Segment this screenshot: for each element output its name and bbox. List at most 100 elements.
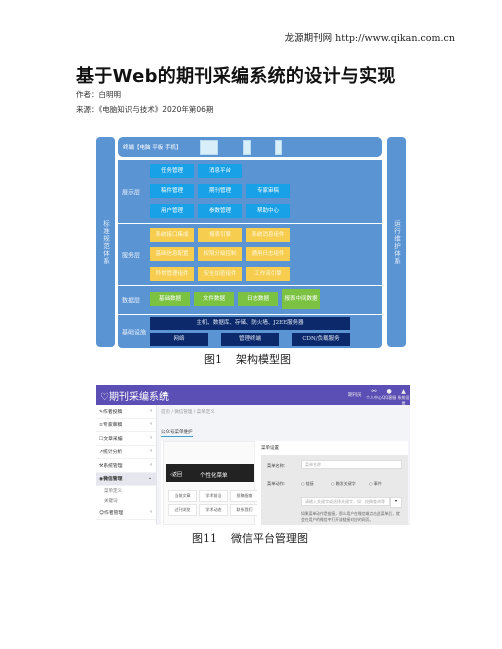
menu-action-label: 菜单动作: [267,481,286,486]
sidebar-item-expert-review[interactable]: ≡专家审稿 ‹ [96,419,156,432]
profile-button[interactable]: ⚯ 个人中心 [366,388,382,401]
presentation-box: 稿件管理 [150,184,194,198]
phone-menu-item[interactable]: 投稿指南 [230,490,259,502]
figure2-caption-text: 微信平台管理图 [231,532,308,545]
menu-action-hint: 如果菜单动作是链接，那么用户在微信端点击此菜单后，就会在用户的微信中打开该链接对… [301,511,400,522]
sidebar-item-author-submission[interactable]: ✎作者投稿 ‹ [96,405,156,419]
app-title: ♡期刊采编系统 [100,388,169,403]
radio-keyword-label: 触发关键字 [335,481,356,486]
infrastructure-box: CDN/负载服务 [292,333,350,346]
phone-menu-item[interactable]: 学术前沿 [199,490,228,502]
sidebar-item-label: 系统管理 [103,463,123,469]
menu-name-input[interactable]: 菜单名称 [301,460,402,469]
radio-keyword[interactable]: ○ 触发关键字 [331,481,356,487]
chevron-down-icon: ⌄ [147,476,152,482]
back-button[interactable]: ‹返回 [170,471,182,478]
radio-link-label: 链接 [305,481,314,486]
radio-event[interactable]: ○ 事件 [369,481,382,487]
data-layer-label: 数据层 [122,297,141,305]
infrastructure-box: 管理终端 [221,333,279,346]
sidebar-item-label: 作者投稿 [103,409,123,415]
share-icon: ⚯ [371,388,377,395]
menu-toggle-icon[interactable]: ≡ [162,390,168,398]
keyword-dropdown-button[interactable]: ▾ [390,497,402,508]
chevron-left-icon: ‹ [150,449,152,455]
sidebar-item-label: 文章采编 [103,436,123,442]
data-layer: 数据层 基础数据 文件数据 日志数据 报表中间数据 [118,285,382,314]
sidebar-item-statistics[interactable]: ↗统计分析 ‹ [96,446,156,459]
menu-name-label: 菜单名称: [267,463,286,468]
qq-support-label: QQ客服 [382,395,397,400]
service-box: 通用日志组件 [246,247,290,261]
tab-menu-maintenance[interactable]: 公众号菜单维护 [161,429,193,437]
infrastructure-box: 主机、数据库、存储、防火墙、J2EE服务器 [150,317,350,330]
chevron-left-icon: ‹ [150,509,152,515]
breadcrumb[interactable]: 首页 / 微信管理 / 菜单定义 [161,409,215,415]
sidebar-item-article-editing[interactable]: ☐文章采编 ‹ [96,432,156,446]
menu-editor-panel: ‹返回 个性化菜单 当前文章 学术前沿 投稿指南 过刊浏览 学术动态 联系我们 … [161,441,408,525]
menu-settings: 菜单设置 菜单名称: 菜单名称 菜单动作: ○ 链接 ○ 触发关键字 ○ 事件 … [257,441,408,525]
standards-column: 标准规范体系 [96,137,115,347]
infrastructure-layer-label: 基础设施 [122,329,147,336]
phone-title: 个性化菜单 [200,473,228,479]
infrastructure-layer: 基础设施 主机、数据库、存储、防火墙、J2EE服务器 网络 管理终端 CDN/负… [118,314,382,348]
presentation-box: 期刊管理 [198,184,242,198]
radio-link[interactable]: ○ 链接 [301,481,314,487]
figure1-caption: 图1 架构模型图 [204,351,291,367]
figure1-caption-number: 图1 [204,353,222,366]
app-title-text: 期刊采编系统 [108,392,169,403]
sidebar-subitem-keywords[interactable]: 关键词 [96,496,156,506]
gem-icon: ♡ [100,392,109,403]
back-label: 返回 [172,472,183,478]
sidebar-item-label: 作者管理 [104,510,124,516]
sidebar-subitem-menu-definition[interactable]: 菜单定义 [96,486,156,496]
service-box: 系统消息组件 [246,228,290,242]
operations-column: 运行维护体系 [387,137,406,347]
sidebar: ✎作者投稿 ‹ ≡专家审稿 ‹ ☐文章采编 ‹ ↗统计分析 ‹ ⚒系统管理 ‹ ◉微信管理… [96,405,157,525]
menu-settings-form: 菜单名称: 菜单名称 菜单动作: ○ 链接 ○ 触发关键字 ○ 事件 请输入关键… [261,455,408,525]
phone-header: ‹返回 个性化菜单 [166,464,254,482]
architecture-core: 终端【电脑 平板 手机】 展示层 任务管理 消息平台 稿件管理 期刊管理 专家审… [118,137,382,348]
phone-menu-item[interactable]: 联系我们 [230,504,259,516]
chevron-left-icon: ‹ [150,408,152,414]
data-box: 报表中间数据 [282,289,320,309]
phone-menu-item[interactable]: 当前文章 [168,490,197,502]
service-box: 工作流引擎 [246,267,290,281]
figure2-caption: 图11 微信平台管理图 [192,530,308,546]
keyword-input[interactable]: 请输入关键字或选择关键字，如：校稿查询等 [301,497,390,506]
home-icon: ▲ [401,388,406,395]
profile-label: 个人中心 [366,395,382,400]
source-header: 龙源期刊网 http://www.qikan.com.cn [284,33,455,44]
service-box: 基础信息配置 [150,247,194,261]
tablet-icon [243,140,251,155]
phone-menu-item[interactable]: 学术动态 [199,504,228,516]
service-layer-label: 服务层 [122,252,141,259]
figure2-caption-number: 图11 [192,532,217,545]
chevron-left-icon: ‹ [150,422,152,428]
app-topbar: ♡期刊采编系统 ≡ 期刊员 ⚯ 个人中心 ● QQ客服 ▲ 系统设置 [96,385,410,406]
terminal-label: 终端【电脑 平板 手机】 [123,145,182,151]
presentation-layer-label: 展示层 [122,189,141,196]
data-box: 日志数据 [238,292,278,306]
phone-icon [275,140,282,155]
sidebar-item-label: 微信管理 [103,477,123,483]
infrastructure-box: 网络 [150,333,208,346]
service-layer: 服务层 系统接口集成 报表引擎 系统消息组件 基础信息配置 权限分级控制 通用日… [118,223,382,285]
qq-support-button[interactable]: ● QQ客服 [382,388,396,401]
presentation-layer: 展示层 任务管理 消息平台 稿件管理 期刊管理 专家审稿 用户管理 参数管理 帮… [118,159,382,223]
current-user[interactable]: 期刊员 [348,392,362,398]
service-box: 报表引擎 [198,228,242,242]
presentation-box: 参数管理 [198,204,242,218]
sidebar-item-author-management[interactable]: ☺作者管理 ‹ [96,506,156,520]
data-box: 文件数据 [194,292,234,306]
sidebar-item-wechat-management[interactable]: ◉微信管理 ⌄ [96,472,156,486]
menu-settings-title: 菜单设置 [261,446,279,451]
document-title: 基于Web的期刊采编系统的设计与实现 [76,66,396,87]
presentation-box: 专家审稿 [246,184,290,198]
presentation-box: 用户管理 [150,204,194,218]
presentation-box: 帮助中心 [246,204,290,218]
phone-menu-item[interactable]: 过刊浏览 [168,504,197,516]
service-box: 异常管理组件 [150,267,194,281]
desktop-icon [200,140,218,155]
sidebar-item-system-management[interactable]: ⚒系统管理 ‹ [96,459,156,473]
